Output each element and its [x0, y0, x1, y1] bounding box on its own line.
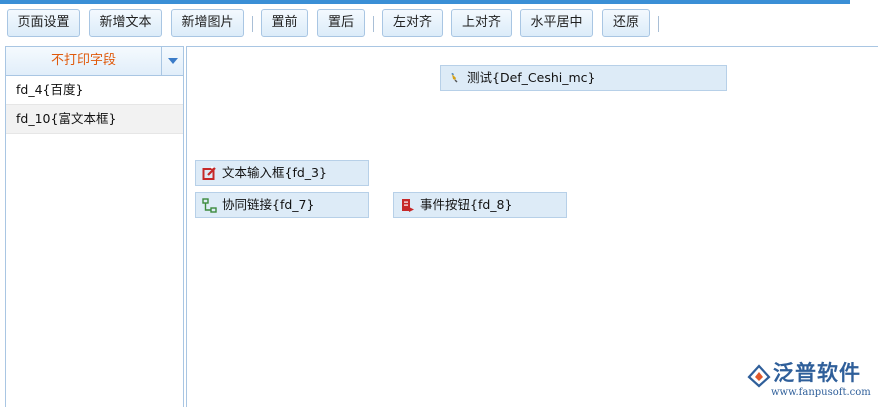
- panel-header: 不打印字段: [6, 47, 183, 76]
- align-top-button[interactable]: 上对齐: [451, 9, 512, 37]
- element-label: 测试{Def_Ceshi_mc}: [467, 70, 596, 85]
- fanpu-logo: 泛普软件 www.fanpusoft.com: [746, 360, 876, 404]
- element-label: 事件按钮{fd_8}: [420, 197, 513, 212]
- align-left-button[interactable]: 左对齐: [382, 9, 443, 37]
- logo-mark-icon: [747, 364, 771, 388]
- chevron-down-icon: [168, 58, 178, 64]
- canvas-element-fd3[interactable]: 文本输入框{fd_3}: [195, 160, 369, 186]
- element-label: 协同链接{fd_7}: [222, 197, 315, 212]
- canvas-element-def-ceshi[interactable]: 测试{Def_Ceshi_mc}: [440, 65, 727, 91]
- print-layout-canvas[interactable]: 测试{Def_Ceshi_mc} 文本输入框{fd_3} 协同链接{fd_7} …: [186, 46, 878, 407]
- unprinted-fields-panel: 不打印字段 fd_4{百度} fd_10{富文本框}: [5, 46, 184, 407]
- send-back-button[interactable]: 置后: [317, 9, 365, 37]
- panel-dropdown-button[interactable]: [161, 47, 183, 75]
- logo-brand-text: 泛普软件: [773, 361, 861, 385]
- element-label: 文本输入框{fd_3}: [222, 165, 327, 180]
- panel-title: 不打印字段: [50, 53, 116, 68]
- add-text-button[interactable]: 新增文本: [89, 9, 162, 37]
- page-settings-button[interactable]: 页面设置: [7, 9, 80, 37]
- edit-box-icon: [202, 166, 216, 180]
- toolbar-separator: [252, 16, 253, 32]
- toolbar-separator: [658, 16, 659, 32]
- field-item-fd10[interactable]: fd_10{富文本框}: [6, 105, 183, 134]
- canvas-element-fd7[interactable]: 协同链接{fd_7}: [195, 192, 369, 218]
- event-button-icon: [402, 199, 414, 212]
- bring-front-button[interactable]: 置前: [261, 9, 308, 37]
- add-image-button[interactable]: 新增图片: [171, 9, 244, 37]
- pencil-icon: [451, 73, 458, 83]
- field-item-fd4[interactable]: fd_4{百度}: [6, 76, 183, 105]
- canvas-element-fd8[interactable]: 事件按钮{fd_8}: [393, 192, 567, 218]
- logo-url-text: www.fanpusoft.com: [771, 387, 871, 398]
- toolbar-separator: [373, 16, 374, 32]
- restore-button[interactable]: 还原: [602, 9, 650, 37]
- center-horizontal-button[interactable]: 水平居中: [520, 9, 593, 37]
- flow-link-icon: [202, 198, 217, 213]
- toolbar: 页面设置 新增文本 新增图片 置前 置后 左对齐 上对齐 水平居中 还原: [0, 4, 878, 44]
